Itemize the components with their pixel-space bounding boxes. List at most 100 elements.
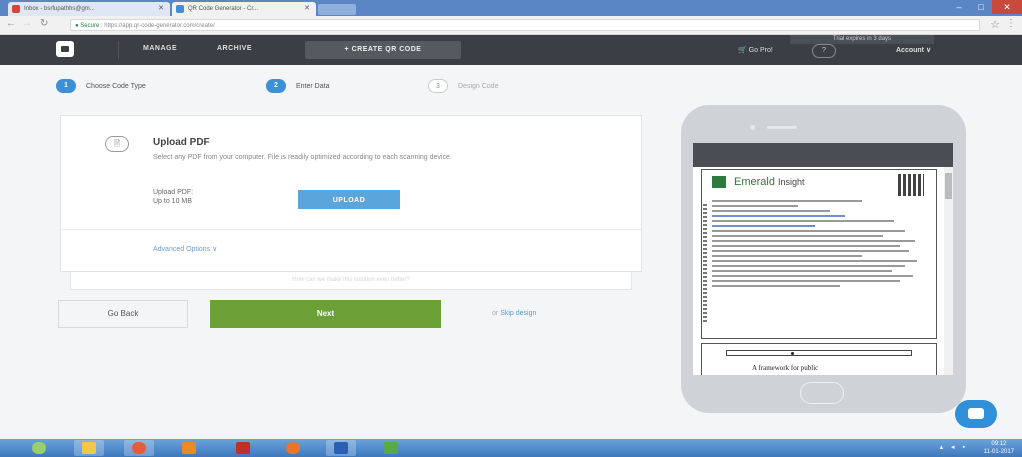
tab-gmail[interactable]: Inbox - bsrfupathhs@gm... ✕	[8, 2, 170, 16]
url-field[interactable]: ● Secure | https://app.qr-code-generator…	[70, 19, 980, 31]
back-arrow-icon[interactable]: ←	[6, 18, 16, 29]
tab-title: Inbox - bsrfupathhs@gm...	[24, 6, 95, 12]
next-button[interactable]: Next	[210, 300, 441, 328]
filezilla-icon	[236, 442, 250, 454]
card-divider	[61, 229, 641, 230]
page-two-header	[726, 350, 912, 356]
advanced-options-link[interactable]: Advanced Options ∨	[153, 245, 217, 253]
app2-icon	[384, 442, 398, 454]
secure-label: Secure	[80, 23, 100, 29]
minimize-button[interactable]: –	[948, 0, 970, 14]
go-back-button[interactable]: Go Back	[58, 300, 188, 328]
step-number: 1	[56, 79, 76, 93]
windows-taskbar: ▴ ◂ ▪ 09:12 11-01-2017	[0, 439, 1022, 457]
new-tab-button[interactable]	[318, 4, 356, 15]
pdf-file-icon: 🗎	[105, 136, 129, 152]
document-title: A framework for public	[752, 364, 819, 372]
phone-screen: Emerald Insight A framework for public	[693, 143, 953, 375]
skip-design: or Skip design	[492, 310, 536, 317]
upload-size-limit: Up to 10 MB	[153, 198, 192, 205]
phone-camera	[750, 125, 755, 130]
nav-manage[interactable]: MANAGE	[143, 45, 177, 52]
close-icon[interactable]: ✕	[158, 2, 164, 16]
upload-label: Upload PDF: Up to 10 MB	[153, 188, 193, 206]
nav-archive[interactable]: ARCHIVE	[217, 45, 252, 52]
start-button[interactable]	[24, 440, 54, 456]
trial-notice: Trial expires in 3 days	[790, 35, 934, 44]
skip-prefix: or	[492, 310, 499, 317]
app-header: MANAGE ARCHIVE + CREATE QR CODE Trial ex…	[0, 35, 1022, 65]
close-icon[interactable]: ✕	[304, 2, 310, 16]
step-label: Choose Code Type	[86, 82, 146, 90]
pdf-page-preview: Emerald Insight	[701, 169, 937, 339]
qr-logo-icon[interactable]	[56, 41, 74, 57]
bookmark-star-icon[interactable]: ☆	[990, 18, 1000, 31]
clock-date: 11-01-2017	[983, 449, 1014, 455]
close-window-button[interactable]: ✕	[992, 0, 1022, 14]
header-divider	[118, 41, 119, 59]
taskbar-clock[interactable]: 09:12 11-01-2017	[984, 440, 1014, 456]
chat-bubble-icon[interactable]	[955, 400, 997, 428]
brand-name: Emerald	[734, 176, 775, 188]
tab-qr-generator[interactable]: QR Code Generator - Cr... ✕	[172, 2, 316, 16]
lock-icon: ●	[75, 23, 79, 29]
publisher-brand: Emerald Insight	[734, 176, 805, 188]
clock-time: 09:12	[991, 441, 1007, 447]
go-pro-label: Go Pro!	[748, 47, 773, 54]
folder-icon	[82, 442, 96, 454]
upload-button[interactable]: UPLOAD	[298, 190, 400, 209]
qr-favicon-icon	[176, 5, 184, 13]
account-menu[interactable]: Account ∨	[896, 46, 931, 54]
skip-design-link[interactable]: Skip design	[500, 310, 536, 317]
preview-scrollbar[interactable]	[944, 167, 953, 375]
step-label: Enter Data	[296, 82, 330, 90]
taskbar-chrome[interactable]	[124, 440, 154, 456]
system-tray[interactable]: ▴ ◂ ▪	[940, 443, 968, 451]
step-number: 2	[266, 79, 286, 93]
address-bar: ← → ↻ ● Secure | https://app.qr-code-gen…	[0, 16, 1022, 35]
pdf-viewer-toolbar	[693, 143, 953, 167]
url-text: https://app.qr-code-generator.com/create…	[104, 23, 215, 29]
taskbar-filezilla[interactable]	[228, 440, 258, 456]
step-label: Design Code	[458, 82, 499, 90]
app-icon	[182, 442, 196, 454]
chrome-icon	[132, 442, 146, 454]
browser-tab-bar: Inbox - bsrfupathhs@gm... ✕ QR Code Gene…	[0, 0, 1022, 16]
taskbar-word[interactable]	[326, 440, 356, 456]
upload-label-main: Upload PDF:	[153, 189, 194, 196]
card-title: Upload PDF	[153, 137, 210, 148]
upload-pdf-card: 🗎 Upload PDF Select any PDF from your co…	[60, 115, 642, 272]
help-button[interactable]: ?	[812, 44, 836, 58]
window-controls: – □ ✕	[948, 0, 1022, 14]
step-number: 3	[428, 79, 448, 93]
maximize-button[interactable]: □	[970, 0, 992, 14]
start-orb-icon	[32, 442, 46, 454]
phone-speaker	[767, 126, 797, 129]
pdf-page-two: A framework for public	[701, 343, 937, 375]
step-design-code[interactable]: 3 Design Code	[428, 78, 498, 94]
cart-icon: 🛒	[738, 47, 747, 54]
browser-menu-icon[interactable]: ⋮	[1006, 18, 1016, 29]
forward-arrow-icon[interactable]: →	[22, 18, 32, 29]
step-choose-type[interactable]: 1 Choose Code Type	[56, 78, 146, 94]
tab-title: QR Code Generator - Cr...	[188, 6, 259, 12]
card-description: Select any PDF from your computer. File …	[153, 154, 452, 161]
page-side-text	[703, 204, 707, 324]
taskbar-firefox[interactable]	[278, 440, 308, 456]
page-text-lines	[712, 200, 926, 290]
word-icon	[334, 442, 348, 454]
taskbar-app[interactable]	[174, 440, 204, 456]
reload-icon[interactable]: ↻	[40, 18, 48, 29]
phone-home-button	[800, 382, 844, 404]
feedback-bar[interactable]: How can we make this solution even bette…	[70, 272, 632, 290]
go-pro-link[interactable]: 🛒 Go Pro!	[738, 46, 773, 54]
emerald-logo-icon	[712, 176, 726, 188]
brand-suffix: Insight	[778, 177, 805, 187]
firefox-icon	[286, 442, 300, 454]
taskbar-explorer[interactable]	[74, 440, 104, 456]
scrollbar-thumb[interactable]	[945, 173, 952, 199]
step-enter-data[interactable]: 2 Enter Data	[266, 78, 329, 94]
create-qr-code-button[interactable]: + CREATE QR CODE	[305, 41, 461, 59]
gmail-icon	[12, 5, 20, 13]
taskbar-app2[interactable]	[376, 440, 406, 456]
